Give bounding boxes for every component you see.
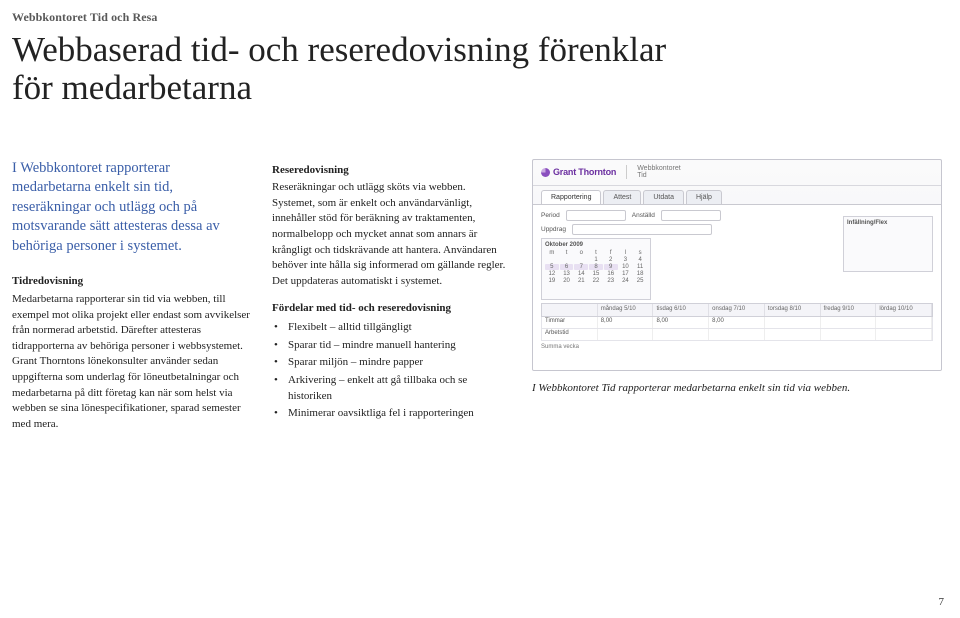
grid-head-cell: måndag 5/10 bbox=[598, 304, 654, 316]
screenshot-tabs: Rapportering Attest Utdata Hjälp bbox=[533, 186, 941, 204]
headline-line-1: Webbaserad tid- och reseredovisning före… bbox=[12, 30, 666, 69]
calendar-widget[interactable]: Oktober 2009 mtotfls 1234 567891011 1213… bbox=[541, 238, 651, 300]
page-headline: Webbaserad tid- och reseredovisning före… bbox=[0, 25, 760, 107]
calendar-grid: mtotfls 1234 567891011 12131415161718 19… bbox=[545, 250, 647, 284]
benefit-item: Flexibelt – alltid tillgängligt bbox=[274, 320, 510, 336]
page-number: 7 bbox=[939, 596, 945, 608]
grid-cell[interactable]: Arbetstid bbox=[542, 329, 598, 340]
screenshot-body: Period Anställd Uppdrag Oktober 2009 mto… bbox=[533, 204, 941, 371]
grid-cell[interactable]: 8,00 bbox=[653, 317, 709, 328]
benefits-list: Flexibelt – alltid tillgängligt Sparar t… bbox=[272, 320, 510, 422]
body-tidredovisning: Medarbetarna rapporterar sin tid via web… bbox=[12, 292, 250, 432]
grid-cell[interactable] bbox=[821, 329, 877, 340]
label-uppdrag: Uppdrag bbox=[541, 226, 566, 233]
column-3: Grant Thornton Webbkontoret Tid Rapporte… bbox=[532, 159, 942, 396]
body-reseredovisning: Reseräkningar och utlägg sköts via webbe… bbox=[272, 180, 510, 289]
table-row: Timmar 8,00 8,00 8,00 bbox=[541, 317, 933, 329]
benefit-item: Sparar tid – mindre manuell hantering bbox=[274, 338, 510, 354]
tab-utdata[interactable]: Utdata bbox=[643, 190, 684, 204]
screenshot-caption: I Webbkontoret Tid rapporterar medarbeta… bbox=[532, 381, 942, 396]
grid-head-cell: tisdag 6/10 bbox=[653, 304, 709, 316]
anstalld-field[interactable] bbox=[661, 210, 721, 221]
tab-attest[interactable]: Attest bbox=[603, 190, 641, 204]
tab-rapportering[interactable]: Rapportering bbox=[541, 190, 601, 204]
grid-cell[interactable]: 8,00 bbox=[598, 317, 654, 328]
benefit-item: Minimerar oavsiktliga fel i rapportering… bbox=[274, 406, 510, 422]
grid-cell[interactable] bbox=[653, 329, 709, 340]
label-anstalld: Anställd bbox=[632, 212, 655, 219]
grid-cell[interactable]: Timmar bbox=[542, 317, 598, 328]
intro-paragraph: I Webbkontoret rapporterar medarbetarna … bbox=[12, 159, 250, 257]
side-info-box: Infällning/Flex bbox=[843, 216, 933, 272]
grid-cell[interactable]: 8,00 bbox=[709, 317, 765, 328]
table-row: Arbetstid bbox=[541, 329, 933, 341]
grid-head-cell bbox=[542, 304, 598, 316]
grid-cell[interactable] bbox=[876, 329, 932, 340]
grid-head-cell: fredag 9/10 bbox=[821, 304, 877, 316]
subhead-tidredovisning: Tidredovisning bbox=[12, 274, 250, 290]
calendar-month: Oktober 2009 bbox=[545, 242, 647, 248]
module-name: Webbkontoret Tid bbox=[626, 165, 680, 179]
grid-cell[interactable] bbox=[598, 329, 654, 340]
grid-cell[interactable] bbox=[876, 317, 932, 328]
grid-head-cell: lördag 10/10 bbox=[876, 304, 932, 316]
content-columns: I Webbkontoret rapporterar medarbetarna … bbox=[0, 107, 960, 443]
grid-cell[interactable] bbox=[709, 329, 765, 340]
grid-cell[interactable] bbox=[765, 329, 821, 340]
app-screenshot: Grant Thornton Webbkontoret Tid Rapporte… bbox=[532, 159, 942, 371]
benefit-item: Arkivering – enkelt att gå tillbaka och … bbox=[274, 373, 510, 404]
benefits-heading: Fördelar med tid- och reseredovisning bbox=[272, 301, 510, 317]
brand-logo-icon bbox=[541, 168, 550, 177]
uppdrag-field[interactable] bbox=[572, 224, 712, 235]
module-line-1: Webbkontoret bbox=[637, 165, 680, 172]
benefit-item: Sparar miljön – mindre papper bbox=[274, 355, 510, 371]
grid-cell[interactable] bbox=[821, 317, 877, 328]
headline-line-2: för medarbetarna bbox=[12, 68, 252, 107]
period-field[interactable] bbox=[566, 210, 626, 221]
brand-name: Grant Thornton bbox=[553, 167, 616, 177]
sidebox-title: Infällning/Flex bbox=[847, 220, 929, 226]
column-2: Reseredovisning Reseräkningar och utlägg… bbox=[272, 159, 510, 424]
timesheet-header-row: måndag 5/10 tisdag 6/10 onsdag 7/10 tors… bbox=[541, 303, 933, 317]
grid-head-cell: torsdag 8/10 bbox=[765, 304, 821, 316]
column-1: I Webbkontoret rapporterar medarbetarna … bbox=[12, 159, 250, 443]
screenshot-header: Grant Thornton Webbkontoret Tid bbox=[533, 160, 941, 186]
grid-footer-label: Summa vecka bbox=[541, 344, 933, 350]
kicker: Webbkontoret Tid och Resa bbox=[0, 0, 960, 25]
module-line-2: Tid bbox=[637, 172, 646, 179]
tab-hjalp[interactable]: Hjälp bbox=[686, 190, 722, 204]
timesheet-rows: Timmar 8,00 8,00 8,00 Arbetstid bbox=[541, 317, 933, 341]
grid-head-cell: onsdag 7/10 bbox=[709, 304, 765, 316]
label-period: Period bbox=[541, 212, 560, 219]
subhead-reseredovisning: Reseredovisning bbox=[272, 163, 510, 179]
grid-cell[interactable] bbox=[765, 317, 821, 328]
